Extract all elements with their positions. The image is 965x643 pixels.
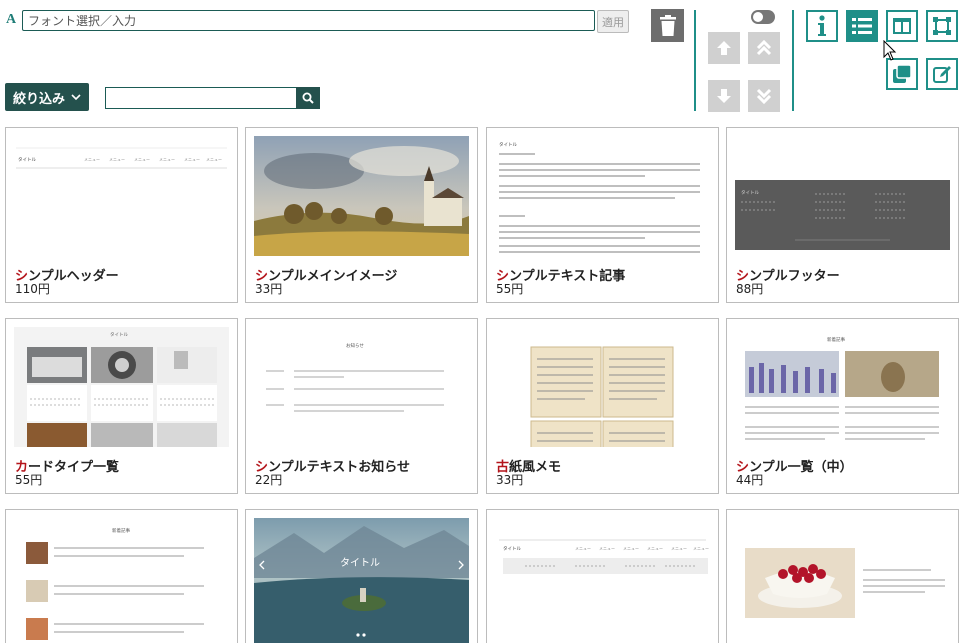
template-card[interactable]: タイトル メニュー メニュー メニュー メニュー メニュー メニュー シンプルヘッダー 1…	[5, 127, 238, 303]
edit-icon	[933, 66, 951, 83]
copy-icon	[893, 65, 911, 83]
svg-text:メニュー: メニュー	[109, 157, 125, 162]
expand-icon	[933, 17, 951, 35]
template-picker: A 適用 絞り込み	[0, 0, 965, 643]
svg-text:メニュー: メニュー	[184, 157, 200, 162]
apply-button[interactable]: 適用	[597, 10, 629, 33]
font-input[interactable]	[22, 10, 595, 31]
search-button[interactable]	[296, 87, 320, 109]
template-price: 110円	[15, 282, 50, 296]
thumb-title: タイトル	[741, 189, 759, 196]
thumbnail-header: タイトル メニュー メニュー メニュー メニュー メニュー メニュー	[14, 136, 229, 256]
columns-button[interactable]	[886, 10, 918, 42]
thumb-title: タイトル	[110, 331, 128, 338]
duplicate-button[interactable]	[886, 58, 918, 90]
toolbar-divider	[792, 10, 794, 111]
template-card[interactable]: タイトル メニュー メニュー メニュー メニュー メニュー メニュー	[486, 509, 719, 643]
thumbnail-card-list: タイトル	[14, 327, 229, 447]
template-card[interactable]: 新着記事	[5, 509, 238, 643]
toggle-switch[interactable]	[751, 10, 775, 24]
thumbnail-slider: タイトル	[254, 518, 469, 643]
template-card[interactable]: タイトル シンプルテキスト記事 55円	[486, 127, 719, 303]
svg-text:メニュー: メニュー	[159, 157, 175, 162]
double-chevron-up-icon	[756, 39, 772, 56]
delete-button[interactable]	[651, 9, 684, 42]
template-price: 88円	[736, 282, 764, 296]
template-price: 33円	[496, 473, 524, 487]
svg-text:メニュー: メニュー	[84, 157, 100, 162]
move-bottom-button[interactable]	[748, 80, 780, 112]
thumbnail-text-news: お知らせ	[254, 327, 469, 447]
thumb-heading: 新着記事	[827, 336, 845, 343]
mouse-cursor-icon	[883, 40, 897, 61]
template-card[interactable]: 新着記事 シンプル一覧（中） 44円	[726, 318, 959, 494]
svg-text:メニュー: メニュー	[671, 546, 687, 551]
template-card[interactable]: 古紙風メモ 33円	[486, 318, 719, 494]
arrow-down-icon	[717, 89, 731, 103]
thumbnail-menu: タイトル メニュー メニュー メニュー メニュー メニュー メニュー	[495, 518, 710, 643]
template-price: 33円	[255, 282, 283, 296]
svg-text:メニュー: メニュー	[599, 546, 615, 551]
svg-text:メニュー: メニュー	[575, 546, 591, 551]
thumb-heading: お知らせ	[346, 342, 364, 349]
move-down-button[interactable]	[708, 80, 740, 112]
list-view-button[interactable]	[846, 10, 878, 42]
thumbnail-news-list: 新着記事	[14, 518, 229, 643]
chevron-down-icon	[71, 93, 81, 100]
template-card[interactable]: タイトル シンプルフッター 88円	[726, 127, 959, 303]
slider-title: タイトル	[340, 557, 380, 569]
svg-text:メニュー: メニュー	[206, 157, 222, 162]
template-price: 55円	[15, 473, 43, 487]
svg-text:メニュー: メニュー	[623, 546, 639, 551]
svg-text:メニュー: メニュー	[693, 546, 709, 551]
expand-button[interactable]	[926, 10, 958, 42]
svg-text:メニュー: メニュー	[134, 157, 150, 162]
arrow-up-icon	[717, 41, 731, 55]
font-icon: A	[6, 12, 17, 27]
list-icon	[852, 18, 872, 34]
search-input[interactable]	[105, 87, 297, 109]
thumb-heading: 新着記事	[112, 527, 130, 534]
columns-icon	[893, 18, 911, 34]
template-card[interactable]: お知らせ シンプルテキストお知らせ 22円	[245, 318, 478, 494]
edit-button[interactable]	[926, 58, 958, 90]
filter-label: 絞り込み	[12, 91, 65, 107]
filter-dropdown[interactable]: 絞り込み	[5, 83, 89, 111]
template-card[interactable]: シンプルメインイメージ 33円	[245, 127, 478, 303]
template-card[interactable]	[726, 509, 959, 643]
template-price: 22円	[255, 473, 283, 487]
thumb-title: タイトル	[499, 141, 517, 148]
trash-icon	[659, 14, 676, 36]
svg-text:メニュー: メニュー	[647, 546, 663, 551]
info-button[interactable]	[806, 10, 838, 42]
thumbnail-product	[735, 518, 950, 643]
move-top-button[interactable]	[748, 32, 780, 64]
template-card[interactable]: タイトル カードタイプ一覧 55円	[5, 318, 238, 494]
double-chevron-down-icon	[756, 88, 772, 105]
thumbnail-paper-memo	[495, 327, 710, 447]
template-price: 55円	[496, 282, 524, 296]
info-icon	[818, 15, 826, 36]
toolbar-divider	[694, 10, 696, 111]
thumb-title: タイトル	[503, 545, 521, 552]
thumbnail-footer: タイトル	[735, 136, 950, 256]
template-price: 44円	[736, 473, 764, 487]
thumbnail-list-medium: 新着記事	[735, 327, 950, 447]
thumbnail-text-article: タイトル	[495, 136, 710, 256]
template-card[interactable]: タイトル	[245, 509, 478, 643]
move-up-button[interactable]	[708, 32, 740, 64]
thumb-title: タイトル	[18, 156, 36, 163]
search-icon	[302, 92, 314, 104]
thumbnail-main-image	[254, 136, 469, 256]
